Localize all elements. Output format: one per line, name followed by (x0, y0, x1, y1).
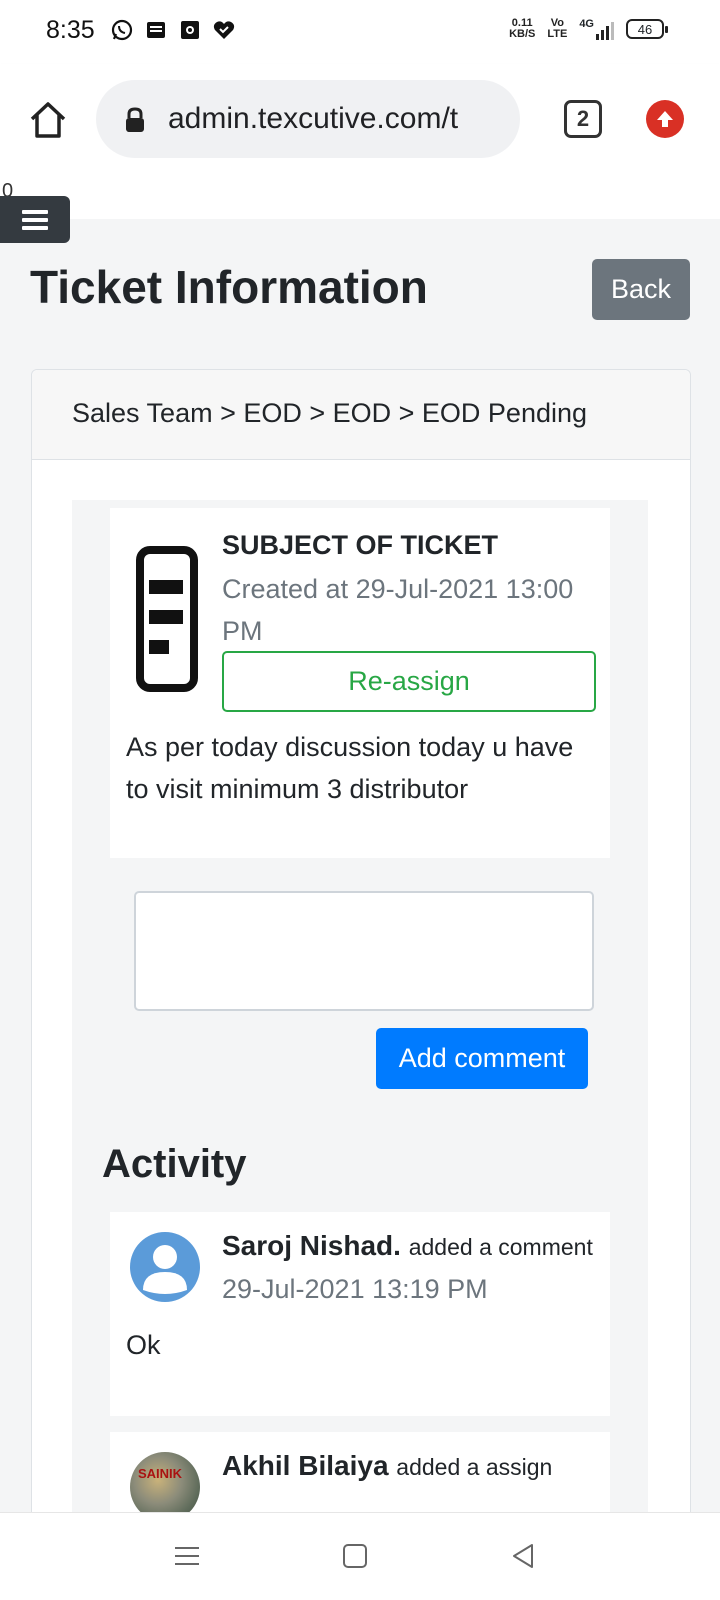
whatsapp-icon (110, 18, 134, 42)
breadcrumb: Sales Team > EOD > EOD > EOD Pending (72, 398, 588, 428)
volte-bottom: LTE (547, 28, 568, 40)
ticket-created-at: Created at 29-Jul-2021 13:00 PM (222, 574, 574, 646)
activity-item: Saroj Nishad. added a comment 29-Jul-202… (110, 1212, 610, 1416)
ticket-details: SUBJECT OF TICKET Created at 29-Jul-2021… (110, 508, 610, 858)
vault-icon (178, 18, 202, 42)
system-navigation-bar (0, 1512, 720, 1600)
lock-icon (124, 107, 146, 133)
status-time: 8:35 (46, 16, 95, 44)
system-status: 0.11 KB/S Vo LTE 4G 46 (509, 18, 668, 40)
heart-check-icon (212, 18, 236, 42)
activity-comment-text: Ok (126, 1330, 161, 1360)
ticket-card: Sales Team > EOD > EOD > EOD Pending SUB… (31, 369, 691, 1512)
activity-time: 29-Jul-2021 13:19 PM (222, 1274, 488, 1304)
recent-apps-icon[interactable] (172, 1541, 202, 1571)
message-icon (144, 18, 168, 42)
ticket-icon (136, 546, 198, 692)
tab-switcher-button[interactable]: 2 (564, 100, 602, 138)
avatar-logo-text: SAINIK (138, 1466, 183, 1481)
activity-header: Akhil Bilaiya added a assign (222, 1450, 552, 1482)
reassign-button[interactable]: Re-assign (222, 651, 596, 712)
activity-heading: Activity (102, 1142, 247, 1186)
add-comment-button[interactable]: Add comment (376, 1028, 588, 1089)
card-header: Sales Team > EOD > EOD > EOD Pending (32, 370, 690, 460)
user-avatar-photo: SAINIK (130, 1452, 200, 1512)
network-speed: 0.11 KB/S (509, 18, 535, 40)
network-speed-unit: KB/S (509, 28, 536, 40)
network-type: 4G (579, 18, 594, 30)
url-text: admin.texcutive.com/t (168, 102, 459, 135)
activity-item: SAINIK Akhil Bilaiya added a assign (110, 1432, 610, 1512)
home-nav-icon[interactable] (340, 1541, 370, 1571)
activity-action: added a assign (396, 1454, 553, 1480)
back-nav-icon[interactable] (508, 1541, 538, 1571)
activity-user-name[interactable]: Saroj Nishad. (222, 1230, 401, 1261)
activity-action: added a comment (408, 1234, 593, 1260)
user-avatar-icon (130, 1232, 200, 1302)
volte-indicator: Vo LTE (547, 18, 567, 40)
status-bar: 8:35 0.11 KB/S Vo LTE 4G 46 (0, 0, 720, 64)
ticket-description: As per today discussion today u have to … (126, 732, 574, 804)
battery-icon: 46 (626, 19, 668, 39)
ticket-subject: SUBJECT OF TICKET (222, 530, 499, 560)
back-button[interactable]: Back (592, 259, 690, 320)
hamburger-icon (22, 209, 48, 230)
home-icon[interactable] (26, 98, 70, 142)
menu-toggle-button[interactable] (0, 196, 70, 243)
activity-header: Saroj Nishad. added a comment (222, 1230, 593, 1262)
page-title: Ticket Information (30, 261, 428, 313)
comment-input[interactable] (134, 891, 594, 1011)
battery-level: 46 (637, 21, 653, 37)
browser-toolbar: admin.texcutive.com/t 2 (0, 64, 720, 174)
update-icon[interactable] (646, 100, 684, 138)
activity-user-name[interactable]: Akhil Bilaiya (222, 1450, 389, 1481)
address-bar[interactable]: admin.texcutive.com/t (96, 80, 520, 158)
notification-icons (110, 18, 236, 42)
signal-icon: 4G (579, 18, 614, 40)
web-page: 0 Ticket Information Back Sales Team > E… (0, 174, 720, 1512)
